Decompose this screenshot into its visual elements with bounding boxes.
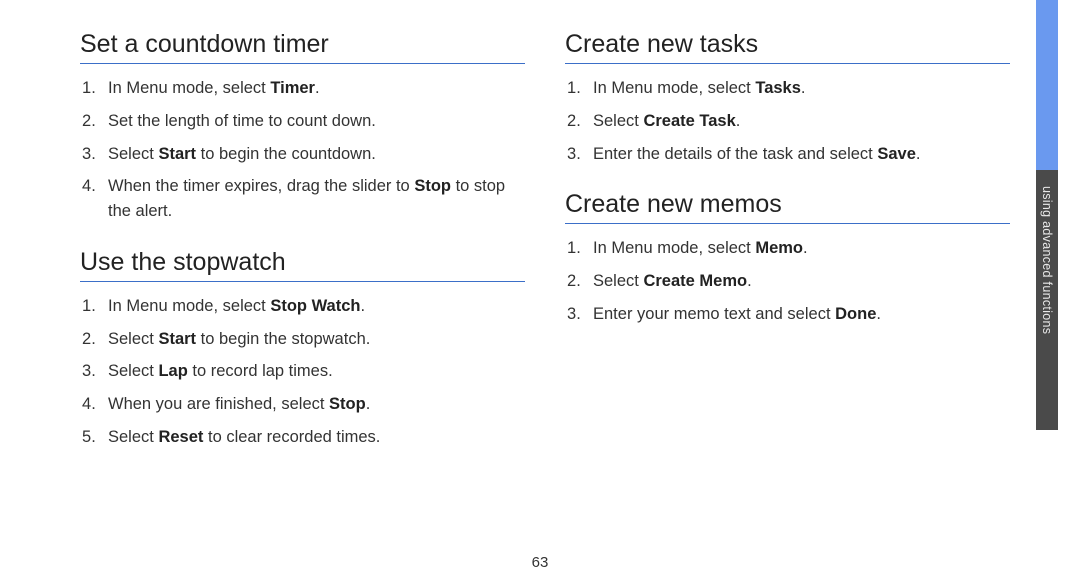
steps-list: In Menu mode, select Timer. Set the lengt… (80, 76, 525, 224)
tab-label: using advanced functions (1036, 170, 1058, 430)
step-item: Set the length of time to count down. (80, 109, 525, 134)
bold-term: Memo (755, 239, 803, 257)
tab-accent (1036, 0, 1058, 170)
bold-term: Start (158, 145, 196, 163)
right-column: Create new tasks In Menu mode, select Ta… (565, 30, 1010, 565)
bold-term: Reset (158, 428, 203, 446)
side-tab: using advanced functions (1036, 0, 1058, 430)
step-item: In Menu mode, select Tasks. (565, 76, 1010, 101)
step-item: In Menu mode, select Stop Watch. (80, 294, 525, 319)
bold-term: Start (158, 330, 196, 348)
step-item: Select Create Task. (565, 109, 1010, 134)
bold-term: Create Memo (643, 272, 747, 290)
steps-list: In Menu mode, select Memo. Select Create … (565, 236, 1010, 326)
step-item: Enter the details of the task and select… (565, 142, 1010, 167)
steps-list: In Menu mode, select Tasks. Select Create… (565, 76, 1010, 166)
manual-page: Set a countdown timer In Menu mode, sele… (0, 0, 1080, 585)
left-column: Set a countdown timer In Menu mode, sele… (80, 30, 525, 565)
section-countdown-timer: Set a countdown timer In Menu mode, sele… (80, 30, 525, 224)
section-title: Create new memos (565, 190, 1010, 224)
step-item: Select Reset to clear recorded times. (80, 425, 525, 450)
step-item: Enter your memo text and select Done. (565, 302, 1010, 327)
bold-term: Stop Watch (270, 297, 360, 315)
bold-term: Tasks (755, 79, 801, 97)
step-item: Select Start to begin the countdown. (80, 142, 525, 167)
section-create-tasks: Create new tasks In Menu mode, select Ta… (565, 30, 1010, 166)
section-create-memos: Create new memos In Menu mode, select Me… (565, 190, 1010, 326)
bold-term: Save (877, 145, 916, 163)
bold-term: Stop (329, 395, 366, 413)
bold-term: Timer (270, 79, 315, 97)
step-item: In Menu mode, select Timer. (80, 76, 525, 101)
step-item: When the timer expires, drag the slider … (80, 174, 525, 224)
step-item: Select Create Memo. (565, 269, 1010, 294)
section-title: Set a countdown timer (80, 30, 525, 64)
bold-term: Create Task (643, 112, 735, 130)
section-title: Use the stopwatch (80, 248, 525, 282)
steps-list: In Menu mode, select Stop Watch. Select S… (80, 294, 525, 450)
bold-term: Done (835, 305, 876, 323)
step-item: In Menu mode, select Memo. (565, 236, 1010, 261)
page-number: 63 (532, 554, 549, 571)
section-stopwatch: Use the stopwatch In Menu mode, select S… (80, 248, 525, 450)
bold-term: Stop (414, 177, 451, 195)
bold-term: Lap (158, 362, 187, 380)
step-item: Select Start to begin the stopwatch. (80, 327, 525, 352)
step-item: When you are finished, select Stop. (80, 392, 525, 417)
section-title: Create new tasks (565, 30, 1010, 64)
step-item: Select Lap to record lap times. (80, 359, 525, 384)
